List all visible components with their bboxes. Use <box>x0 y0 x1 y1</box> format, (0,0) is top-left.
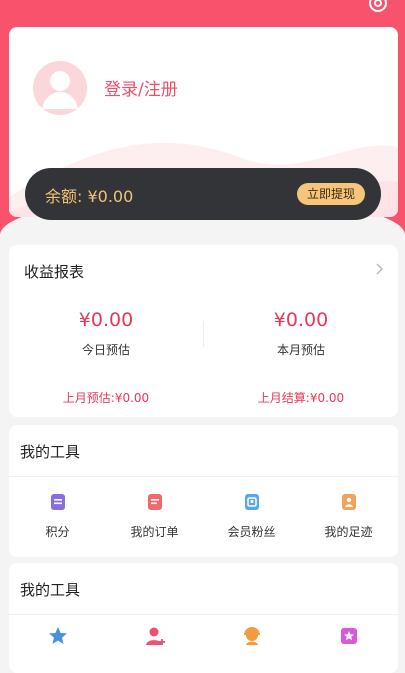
star-icon <box>48 627 67 644</box>
chevron-right-icon[interactable] <box>374 262 384 276</box>
tool-footprint[interactable]: 我的足迹 <box>300 493 397 540</box>
tool-orders[interactable]: 我的订单 <box>106 493 203 540</box>
settings-gear-icon[interactable] <box>365 0 391 16</box>
month-estimate-label: 本月预估 <box>276 343 325 357</box>
add-user-icon <box>145 627 165 645</box>
tool-gift[interactable] <box>300 625 397 647</box>
balance-bar: 余额: ¥0.00 立即提现 <box>25 168 381 220</box>
footprint-icon <box>341 494 356 510</box>
tool-points-label: 积分 <box>45 525 70 539</box>
today-estimate-label: 今日预估 <box>81 343 130 357</box>
tool-fans-label: 会员粉丝 <box>227 525 276 539</box>
tool-support[interactable] <box>203 625 300 647</box>
balance-text: 余额: ¥0.00 <box>45 187 134 206</box>
user-avatar-icon <box>42 71 78 109</box>
month-estimate: ¥0.00 本月预估 <box>204 309 398 358</box>
tools-section-1: 我的工具 积分 我的订单 会员粉丝 我的足迹 <box>9 425 398 557</box>
login-register-link[interactable]: 登录/注册 <box>104 75 178 100</box>
earnings-report-title[interactable]: 收益报表 <box>24 261 84 282</box>
tool-points[interactable]: 积分 <box>9 493 106 540</box>
last-month-estimate: 上月预估:¥0.00 <box>62 391 150 405</box>
withdraw-button[interactable]: 立即提现 <box>296 183 365 205</box>
tool-fans[interactable]: 会员粉丝 <box>203 493 300 540</box>
today-estimate-value: ¥0.00 <box>78 309 134 331</box>
order-icon <box>147 494 162 510</box>
today-estimate: ¥0.00 今日预估 <box>9 309 203 358</box>
tools-section-2: 我的工具 <box>9 563 398 673</box>
month-estimate-value: ¥0.00 <box>273 309 329 331</box>
last-month-settled: 上月结算:¥0.00 <box>257 391 345 405</box>
avatar[interactable] <box>33 61 87 115</box>
fans-icon <box>244 494 259 510</box>
gift-icon <box>340 628 357 644</box>
tools-divider <box>9 476 398 477</box>
tools-title-1: 我的工具 <box>20 443 81 461</box>
tool-orders-label: 我的订单 <box>130 525 179 539</box>
points-icon <box>50 494 65 510</box>
tool-invite[interactable] <box>106 625 203 647</box>
tools-divider <box>9 614 398 615</box>
support-icon <box>243 627 260 645</box>
earnings-report-card: 收益报表 ¥0.00 今日预估 ¥0.00 本月预估 上月预估:¥0.00 上月… <box>9 245 398 417</box>
tool-footprint-label: 我的足迹 <box>324 525 373 539</box>
tools-title-2: 我的工具 <box>20 581 81 599</box>
tool-favorites[interactable] <box>9 625 106 647</box>
